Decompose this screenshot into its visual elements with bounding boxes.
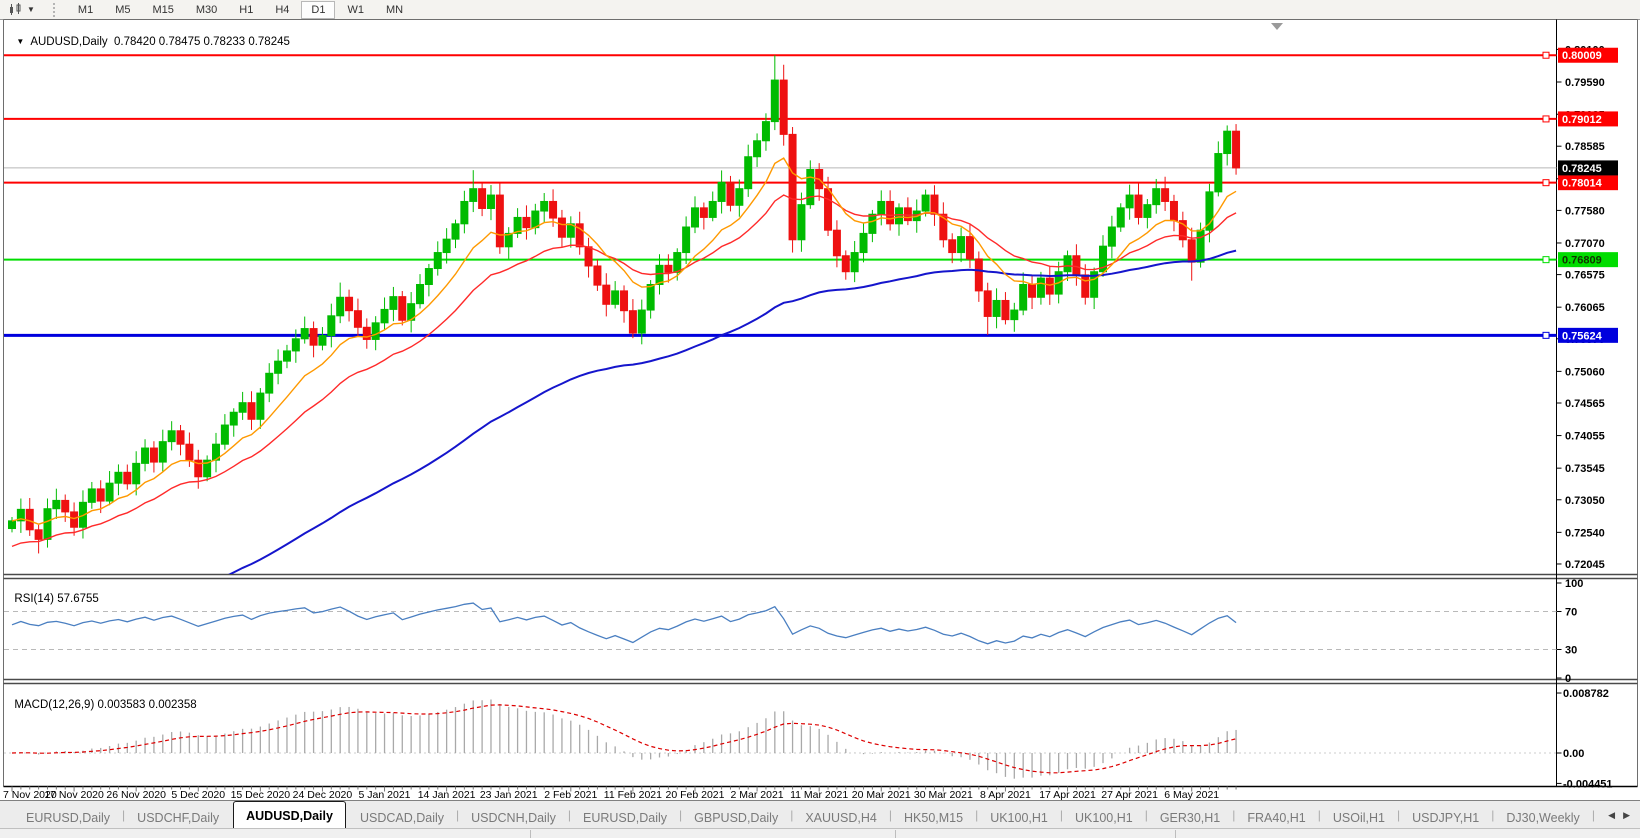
rsi-value: 57.6755 <box>57 593 99 605</box>
tab-ger30-h1[interactable]: GER30,H1 <box>1148 806 1232 829</box>
svg-text:30: 30 <box>1565 645 1577 657</box>
svg-text:0.74055: 0.74055 <box>1565 431 1605 443</box>
svg-text:0.76575: 0.76575 <box>1565 270 1605 282</box>
svg-text:0: 0 <box>1565 673 1571 685</box>
svg-text:70: 70 <box>1565 607 1577 619</box>
chart-menu-arrow-icon[interactable]: ▼ <box>16 37 24 46</box>
svg-text:0.72045: 0.72045 <box>1565 559 1605 571</box>
svg-text:0.76809: 0.76809 <box>1562 255 1602 267</box>
svg-text:0.78014: 0.78014 <box>1562 178 1603 190</box>
macd-indicator-label: MACD(12,26,9) 0.003583 0.002358 <box>8 687 197 711</box>
tab-uk100-h1[interactable]: UK100,H1 <box>978 806 1060 829</box>
chart-tab-bar: EURUSD,Daily | USDCHF,Daily AUDUSD,Daily USD… <box>0 800 1640 829</box>
svg-text:0.78245: 0.78245 <box>1562 163 1602 175</box>
svg-text:0.77580: 0.77580 <box>1565 205 1605 217</box>
svg-text:0.008782: 0.008782 <box>1563 688 1609 700</box>
candles-group <box>8 55 1241 554</box>
tab-eurusd-daily[interactable]: EURUSD,Daily <box>571 806 679 829</box>
tab-scroll-controls: ◀ ▶ <box>1598 801 1640 829</box>
svg-text:0.80009: 0.80009 <box>1562 50 1602 62</box>
tab-fra40-h1[interactable]: FRA40,H1 <box>1235 806 1317 829</box>
tab-gbpusd-daily[interactable]: GBPUSD,Daily <box>682 806 790 829</box>
mt4-window: { "toolbar": { "timeframes": ["M1","M5",… <box>0 0 1640 838</box>
macd-axis: 0.008782 0.00 -0.004451 <box>1556 688 1613 790</box>
chart-title: ▼ AUDUSD,Daily 0.78420 0.78475 0.78233 0.… <box>10 24 290 48</box>
status-strip <box>0 828 1640 838</box>
tab-usdjpy-h1[interactable]: USDJPY,H1 <box>1400 806 1491 829</box>
macd-signal-value: 0.002358 <box>148 699 197 711</box>
rsi-axis: 100 70 30 0 <box>1556 578 1583 685</box>
svg-text:0.00: 0.00 <box>1563 748 1584 760</box>
tab-dj30-weekly[interactable]: DJ30,Weekly <box>1494 806 1591 829</box>
chart-shift-marker-icon[interactable] <box>1271 23 1283 30</box>
tab-audusd-daily[interactable]: AUDUSD,Daily <box>233 801 346 829</box>
tab-usdcnh-daily[interactable]: USDCNH,Daily <box>459 806 568 829</box>
svg-text:0.73545: 0.73545 <box>1565 463 1605 475</box>
macd-name: MACD(12,26,9) <box>14 699 95 711</box>
macd-pane <box>4 699 1556 779</box>
rsi-pane <box>4 602 1557 650</box>
tab-usdcad-daily[interactable]: USDCAD,Daily <box>348 806 456 829</box>
svg-text:0.72540: 0.72540 <box>1565 527 1605 539</box>
chart-ohlc-values: 0.78420 0.78475 0.78233 0.78245 <box>114 36 290 48</box>
svg-text:0.76065: 0.76065 <box>1565 302 1605 314</box>
svg-text:0.75624: 0.75624 <box>1562 330 1603 342</box>
tab-xauusd-h4[interactable]: XAUUSD,H4 <box>793 806 889 829</box>
chart-symbol-label: AUDUSD,Daily <box>30 36 108 48</box>
svg-text:0.78585: 0.78585 <box>1565 141 1605 153</box>
svg-text:0.74565: 0.74565 <box>1565 398 1605 410</box>
svg-text:-0.004451: -0.004451 <box>1563 778 1613 790</box>
tab-scroll-right-icon[interactable]: ▶ <box>1623 810 1630 821</box>
svg-text:0.77070: 0.77070 <box>1565 238 1605 250</box>
svg-text:0.79590: 0.79590 <box>1565 77 1605 89</box>
svg-text:0.73050: 0.73050 <box>1565 495 1605 507</box>
svg-text:0.79012: 0.79012 <box>1562 114 1602 126</box>
price-badges: 0.80009 0.79012 0.78014 0.76809 0.75624 0.782… <box>1558 47 1618 343</box>
tab-usdchf-daily[interactable]: USDCHF,Daily <box>125 806 231 829</box>
svg-text:100: 100 <box>1565 578 1583 590</box>
tab-uk100-h1[interactable]: UK100,H1 <box>1063 806 1145 829</box>
rsi-indicator-label: RSI(14) 57.6755 <box>8 581 99 605</box>
time-axis: 7 Nov 202017 Nov 2020 26 Nov 2020 5 Dec 20… <box>3 786 1237 801</box>
chart-area[interactable]: 0.801000.795900.790850.785850.780750.775… <box>0 0 1640 838</box>
mid-ema-line <box>11 194 1237 548</box>
tab-eurusd-daily[interactable]: EURUSD,Daily <box>14 806 122 829</box>
tab-hk50-m15[interactable]: HK50,M15 <box>892 806 975 829</box>
macd-main-value: 0.003583 <box>97 699 146 711</box>
svg-text:0.75060: 0.75060 <box>1565 366 1605 378</box>
chart-tabs: EURUSD,Daily | USDCHF,Daily AUDUSD,Daily USD… <box>0 801 1598 829</box>
rsi-name: RSI(14) <box>14 593 55 605</box>
tab-usoil-h1[interactable]: USOil,H1 <box>1321 806 1397 829</box>
tab-scroll-left-icon[interactable]: ◀ <box>1608 810 1615 821</box>
